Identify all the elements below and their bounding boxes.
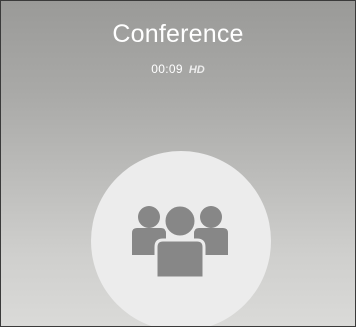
call-status: 00:09 HD xyxy=(1,61,355,78)
call-timer: 00:09 xyxy=(151,62,183,76)
group-icon xyxy=(132,203,228,279)
call-screen: Conference 00:09 HD xyxy=(0,0,356,327)
hd-badge: HD xyxy=(188,64,205,76)
call-title: Conference xyxy=(112,20,244,48)
